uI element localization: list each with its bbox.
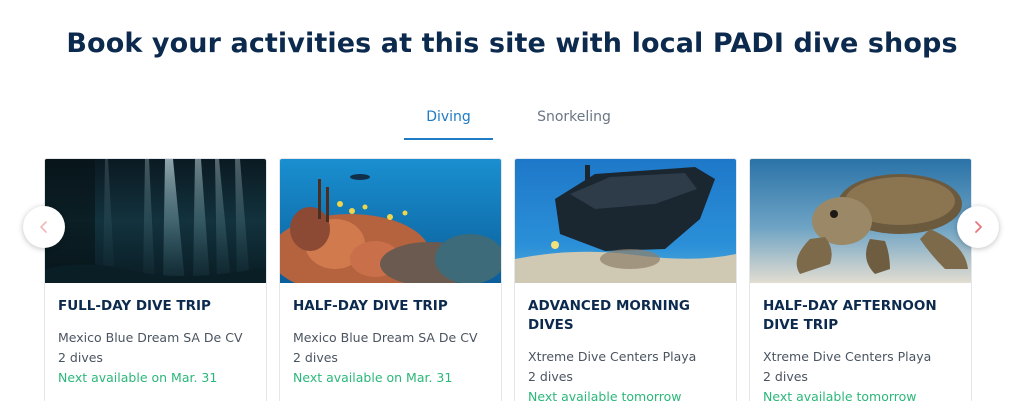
carousel-prev-button[interactable] xyxy=(23,206,65,248)
activity-tabs: Diving Snorkeling xyxy=(0,100,1024,142)
chevron-left-icon xyxy=(40,221,47,233)
card-title: FULL-DAY DIVE TRIP xyxy=(58,298,211,314)
dive-shop-name: Xtreme Dive Centers Playa xyxy=(763,349,932,364)
dive-shop-name: Mexico Blue Dream SA De CV xyxy=(293,330,478,345)
carousel-next-button[interactable] xyxy=(957,206,999,248)
dive-count: 2 dives xyxy=(763,369,808,384)
activities-section: Book your activities at this site with l… xyxy=(0,0,1024,401)
chevron-right-icon xyxy=(975,221,982,233)
card-title: HALF-DAY AFTERNOON DIVE TRIP xyxy=(763,298,937,333)
card-title: HALF-DAY DIVE TRIP xyxy=(293,298,448,314)
dive-shop-name: Mexico Blue Dream SA De CV xyxy=(58,330,243,345)
availability-text: Next available on Mar. 31 xyxy=(293,370,453,385)
dive-count: 2 dives xyxy=(58,350,103,365)
shipwreck-photo xyxy=(515,159,736,283)
activity-card-full-day-dive-trip[interactable]: FULL-DAY DIVE TRIP Mexico Blue Dream SA … xyxy=(44,158,267,401)
dive-count: 2 dives xyxy=(293,350,338,365)
activity-card-half-day-afternoon-dive-trip[interactable]: HALF-DAY AFTERNOON DIVE TRIP Xtreme Dive… xyxy=(749,158,972,401)
card-title: ADVANCED MORNING DIVES xyxy=(528,298,690,333)
dive-count: 2 dives xyxy=(528,369,573,384)
sea-turtle-photo xyxy=(750,159,971,283)
activity-card-half-day-dive-trip[interactable]: HALF-DAY DIVE TRIP Mexico Blue Dream SA … xyxy=(279,158,502,401)
tab-snorkeling[interactable]: Snorkeling xyxy=(526,100,622,140)
activity-card-advanced-morning-dives[interactable]: ADVANCED MORNING DIVES Xtreme Dive Cente… xyxy=(514,158,737,401)
coral-reef-diver-photo xyxy=(280,159,501,283)
tab-diving[interactable]: Diving xyxy=(404,100,493,140)
availability-text: Next available on Mar. 31 xyxy=(58,370,218,385)
section-heading: Book your activities at this site with l… xyxy=(66,28,958,59)
dive-shop-name: Xtreme Dive Centers Playa xyxy=(528,349,697,364)
availability-text: Next available tomorrow xyxy=(528,389,682,401)
availability-text: Next available tomorrow xyxy=(763,389,917,401)
cenote-light-rays-photo xyxy=(45,159,266,283)
